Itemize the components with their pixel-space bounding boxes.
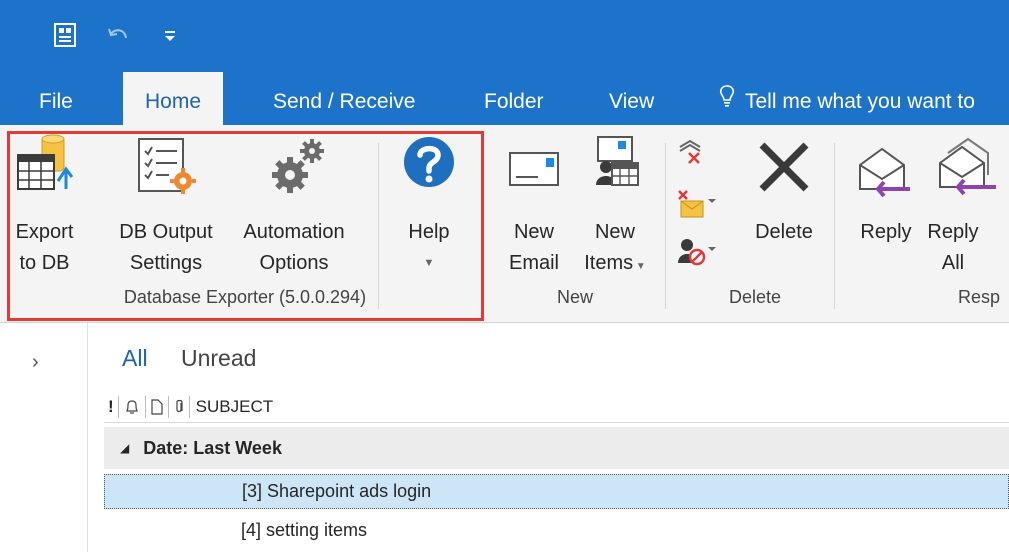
tell-me-box[interactable]: Tell me what you want to xyxy=(719,72,975,125)
tell-me-text: Tell me what you want to xyxy=(745,90,975,113)
automation-options-button[interactable]: Automation Options xyxy=(230,133,358,283)
help-label: Help xyxy=(408,221,450,243)
reply-all-label-1: Reply xyxy=(927,221,979,243)
expand-chevron-icon[interactable]: › xyxy=(32,351,39,374)
group-label-delete: Delete xyxy=(728,287,782,307)
outlook-window: File Home Send / Receive Folder View Tel… xyxy=(0,0,1009,552)
junk-button[interactable] xyxy=(677,237,717,272)
chevron-down-icon: ▼ xyxy=(633,261,646,272)
folder-pane-collapsed: › xyxy=(0,323,88,552)
help-icon xyxy=(402,135,456,199)
importance-icon[interactable]: ! xyxy=(104,395,119,418)
new-email-icon xyxy=(508,149,560,199)
new-items-icon xyxy=(588,135,642,199)
filter-unread[interactable]: Unread xyxy=(181,345,256,372)
customize-qat-icon[interactable] xyxy=(160,20,180,50)
column-subject[interactable]: SUBJECT xyxy=(190,397,273,417)
tab-file[interactable]: File xyxy=(39,72,73,125)
new-items-button[interactable]: New Items ▼ xyxy=(572,133,658,283)
chevron-down-icon: ▼ xyxy=(423,257,435,269)
settings-list-icon xyxy=(137,137,199,205)
tab-home[interactable]: Home xyxy=(123,72,224,125)
gears-icon xyxy=(268,135,326,205)
ribbon-divider xyxy=(378,143,379,309)
tab-send-receive[interactable]: Send / Receive xyxy=(273,72,415,125)
document-icon[interactable] xyxy=(146,395,169,418)
ribbon-tabs: File Home Send / Receive Folder View Tel… xyxy=(0,72,1009,125)
delete-button[interactable]: Delete xyxy=(744,133,824,283)
export-to-db-label-1: Export xyxy=(15,221,74,243)
group-header-label: Date: Last Week xyxy=(143,437,282,458)
ignore-button[interactable] xyxy=(677,139,703,170)
message-list: All Unread ! SUBJECT ◢ Date: Last Week [… xyxy=(88,323,1009,552)
row-subject: [3] Sharepoint ads login xyxy=(242,481,432,501)
new-email-label-1: New xyxy=(513,221,554,243)
automation-label-2: Options xyxy=(259,252,329,274)
delete-label: Delete xyxy=(755,221,813,243)
table-row[interactable]: [3] Sharepoint ads login xyxy=(104,474,1009,509)
table-row[interactable]: [4] setting items xyxy=(104,513,1009,548)
tab-folder[interactable]: Folder xyxy=(484,72,544,125)
ribbon-divider xyxy=(665,143,666,309)
group-label-new: New xyxy=(556,287,593,307)
tab-view[interactable]: View xyxy=(609,72,654,125)
undo-icon[interactable] xyxy=(103,20,133,50)
automation-label-1: Automation xyxy=(243,221,345,243)
export-to-db-label-2: to DB xyxy=(19,252,70,274)
db-output-settings-button[interactable]: DB Output Settings xyxy=(111,133,221,283)
new-items-label-1: New xyxy=(594,221,635,243)
reply-all-icon xyxy=(934,137,1000,209)
reminder-bell-icon[interactable] xyxy=(119,395,146,418)
db-output-label-1: DB Output xyxy=(119,221,213,243)
reply-label: Reply xyxy=(860,221,912,243)
group-header-last-week[interactable]: ◢ Date: Last Week xyxy=(104,427,1009,469)
ribbon: Export to DB DB Output Settings Automati… xyxy=(0,125,1009,323)
help-button[interactable]: Help ▼ xyxy=(390,133,468,283)
export-to-db-button[interactable]: Export to DB xyxy=(2,133,87,283)
reply-all-label-2: All xyxy=(941,252,965,274)
app-icon[interactable] xyxy=(50,20,80,50)
new-email-button[interactable]: New Email xyxy=(496,133,572,283)
new-items-label-2: Items ▼ xyxy=(584,252,646,274)
row-subject: [4] setting items xyxy=(241,520,368,540)
collapse-triangle-icon[interactable]: ◢ xyxy=(120,441,129,455)
reply-all-button[interactable]: Reply All xyxy=(926,133,1009,283)
column-header-row: ! SUBJECT xyxy=(104,391,1009,423)
database-export-icon xyxy=(16,133,74,203)
db-output-label-2: Settings xyxy=(129,252,203,274)
lightbulb-icon xyxy=(719,72,735,132)
title-bar xyxy=(0,0,1009,72)
new-email-label-2: Email xyxy=(508,252,559,274)
group-label-database-exporter: Database Exporter (5.0.0.294) xyxy=(123,287,367,307)
reply-icon xyxy=(856,145,916,209)
clean-up-button[interactable] xyxy=(677,189,717,224)
delete-x-icon xyxy=(754,137,814,207)
filter-all[interactable]: All xyxy=(122,345,148,372)
reply-button[interactable]: Reply xyxy=(846,133,926,283)
attachment-icon[interactable] xyxy=(169,395,190,418)
group-label-respond: Resp xyxy=(958,287,1001,307)
ribbon-divider xyxy=(834,143,835,309)
